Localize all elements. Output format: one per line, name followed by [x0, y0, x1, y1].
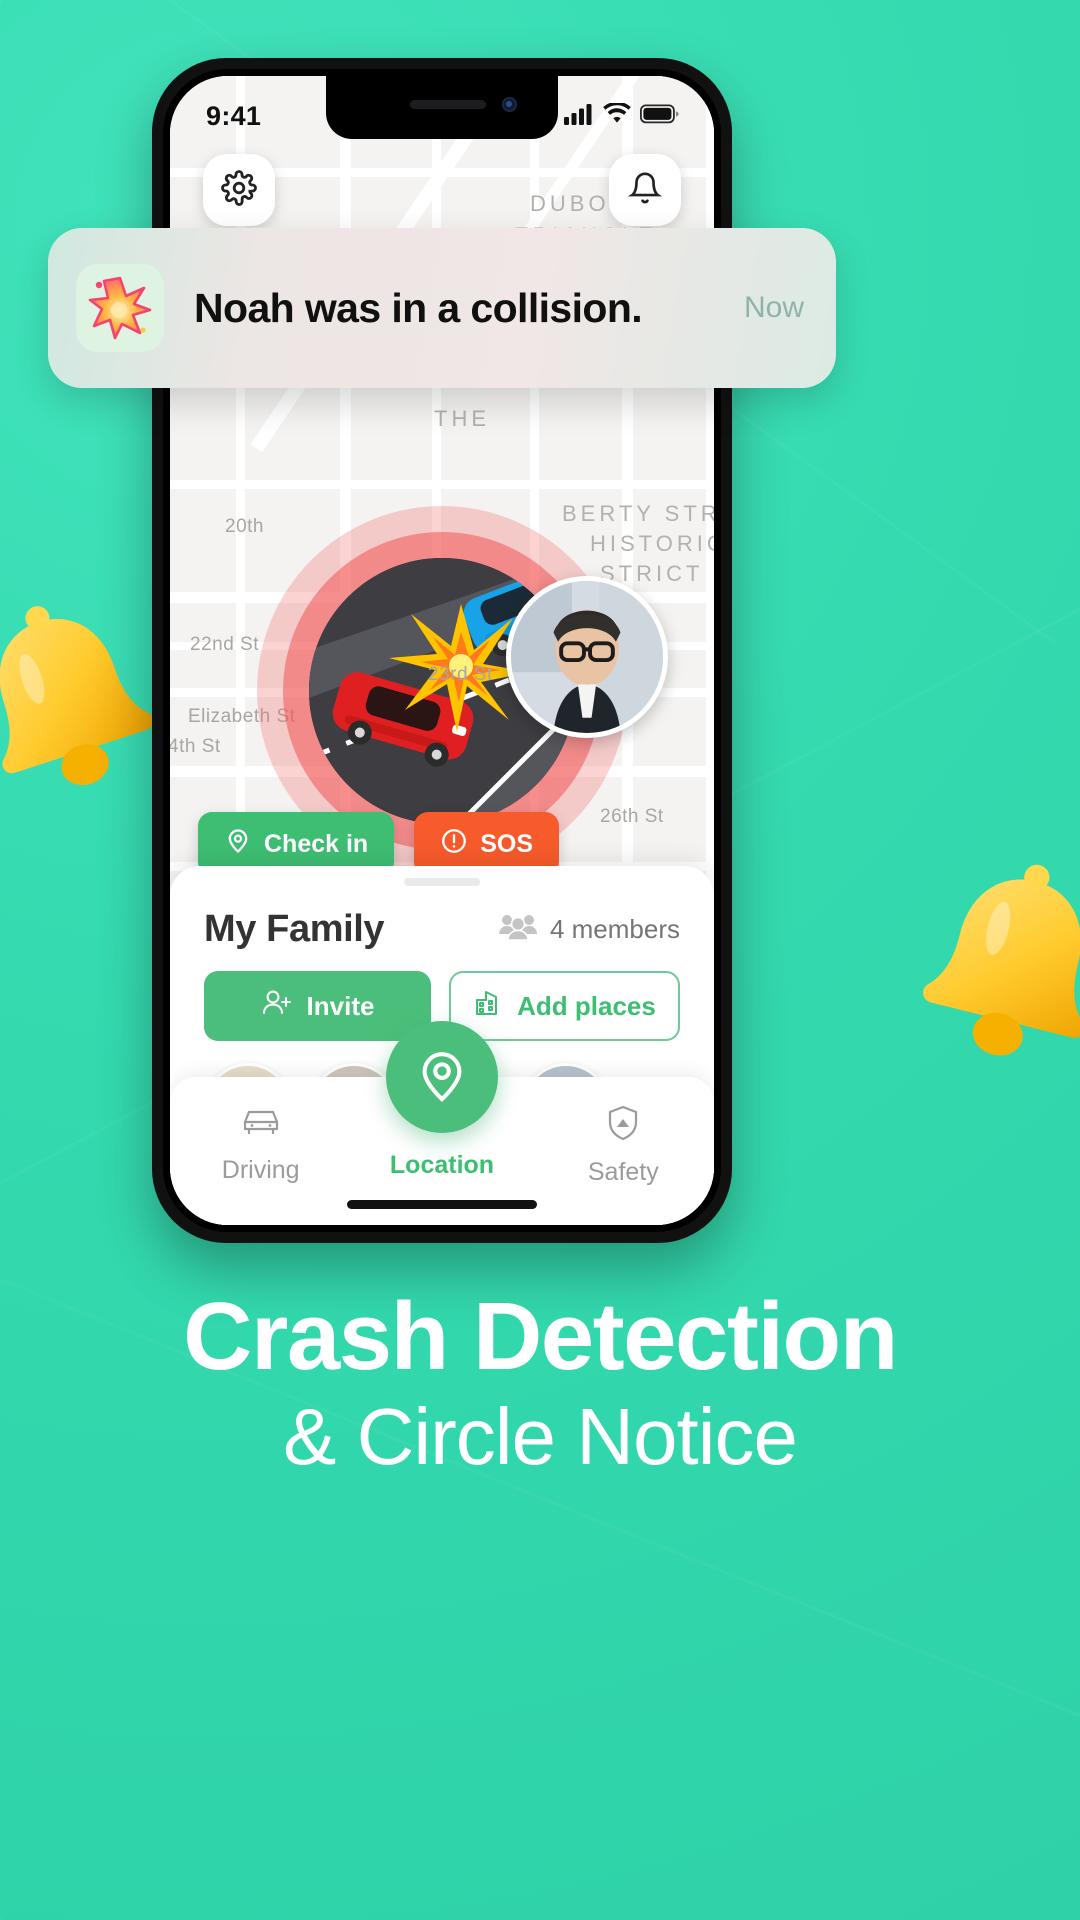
location-pin-icon — [224, 827, 252, 862]
status-time: 9:41 — [206, 100, 262, 131]
location-pin-icon — [413, 1046, 471, 1109]
member-avatar-noah[interactable] — [506, 576, 668, 738]
notifications-button[interactable] — [609, 154, 681, 226]
status-bar: 9:41 — [170, 76, 714, 140]
sos-label: SOS — [480, 829, 533, 858]
location-fab-button[interactable] — [386, 1021, 498, 1133]
battery-icon — [639, 101, 680, 132]
alert-circle-icon — [440, 827, 468, 862]
invite-label: Invite — [306, 990, 375, 1021]
map-label: 26th St — [600, 806, 664, 827]
map-label: HISTORIC — [590, 531, 714, 556]
tab-driving[interactable]: Driving — [170, 1103, 351, 1185]
tab-safety-label: Safety — [587, 1158, 659, 1186]
shield-icon — [604, 1103, 642, 1148]
add-places-label: Add places — [517, 990, 656, 1021]
map-label: BERTY STREE — [562, 501, 714, 526]
notification-message: Noah was in a collision. — [194, 284, 643, 331]
headline-line-2: & Circle Notice — [282, 1391, 798, 1481]
members-summary: 4 members — [498, 912, 680, 947]
check-in-label: Check in — [264, 829, 369, 858]
tab-safety[interactable]: Safety — [533, 1103, 714, 1187]
people-group-icon — [498, 912, 538, 947]
add-places-button[interactable]: Add places — [449, 971, 680, 1041]
notification-time: Now — [743, 291, 804, 324]
map-label: 22nd St — [190, 634, 259, 655]
members-count: 4 members — [549, 914, 680, 944]
sheet-grabber[interactable] — [404, 878, 480, 886]
person-add-icon — [261, 988, 293, 1025]
home-indicator — [347, 1200, 537, 1209]
map-label: 20th — [225, 516, 264, 537]
tab-driving-label: Driving — [221, 1156, 300, 1184]
signal-bars-icon — [564, 101, 594, 132]
car-icon — [238, 1103, 284, 1146]
family-header: My Family 4 members — [170, 886, 714, 951]
notification-banner[interactable]: Noah was in a collision. Now — [48, 228, 836, 388]
headline-line-1: Crash Detection — [183, 1283, 898, 1390]
headline: Crash Detection & Circle Notice — [0, 1286, 1080, 1485]
building-icon — [473, 988, 503, 1025]
tab-location-label: Location — [389, 1151, 495, 1179]
map-label: 4th St — [170, 736, 221, 757]
settings-button[interactable] — [203, 154, 275, 226]
wifi-icon — [603, 101, 631, 132]
page-title: My Family — [204, 908, 385, 950]
invite-button[interactable]: Invite — [204, 971, 431, 1041]
map-label: THE — [434, 406, 490, 431]
gear-icon — [221, 169, 257, 211]
bell-icon — [627, 171, 663, 210]
map-label: 23rd St — [428, 664, 493, 685]
collision-star-icon — [76, 264, 164, 352]
